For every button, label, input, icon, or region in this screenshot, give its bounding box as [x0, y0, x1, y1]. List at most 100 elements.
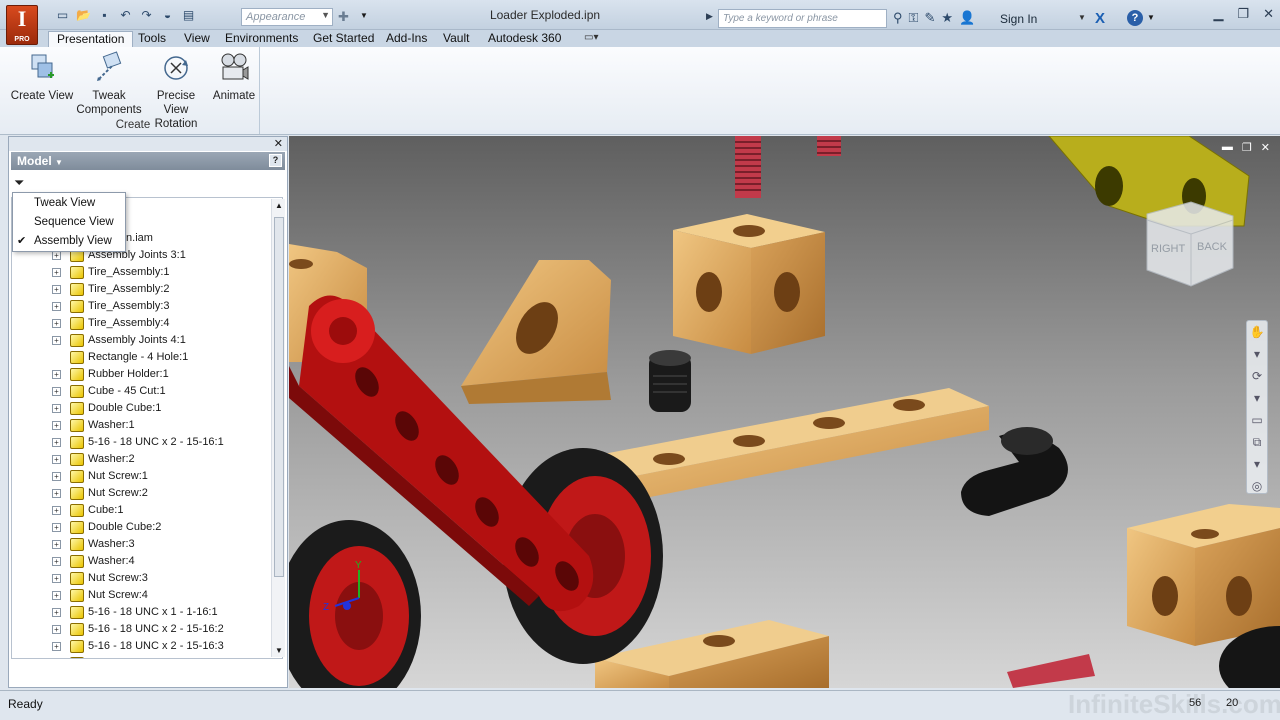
tree-item[interactable]: +5-16 - 18 UNC x 2 - 15-16:2	[12, 621, 270, 638]
expand-icon[interactable]: +	[52, 455, 61, 464]
search-expand-icon[interactable]: ▶	[706, 11, 713, 22]
tree-scrollbar[interactable]: ▲ ▼	[271, 199, 285, 657]
ribbon-options-icon[interactable]: ▭▾	[584, 32, 598, 43]
expand-icon[interactable]: +	[52, 540, 61, 549]
expand-icon[interactable]: +	[52, 472, 61, 481]
subscription-icon[interactable]: ✎	[924, 10, 935, 26]
tree-item[interactable]: + Rubber Holder:1	[12, 366, 270, 383]
tree-item[interactable]: + Washer:1	[12, 417, 270, 434]
tree-item[interactable]: + Tire_Assembly:3	[12, 298, 270, 315]
filter-icon[interactable]: ⏷	[14, 175, 24, 191]
expand-icon[interactable]: +	[52, 438, 61, 447]
steering-wheel-icon[interactable]: ◎	[1247, 475, 1267, 497]
graphics-viewport[interactable]: RIGHT BACK Y Z ▬ ❐ ✕	[289, 136, 1280, 688]
tree-item[interactable]: + Tire_Assembly:2	[12, 281, 270, 298]
screw-part[interactable]	[735, 136, 761, 198]
sign-in-link[interactable]: Sign In	[1000, 12, 1037, 26]
animate-button[interactable]: Animate	[208, 51, 260, 103]
expand-icon[interactable]: +	[52, 268, 61, 277]
favorites-star-icon[interactable]: ★	[941, 10, 953, 26]
save-icon[interactable]: ▪	[96, 7, 113, 23]
expand-icon[interactable]: +	[52, 506, 61, 515]
expand-icon[interactable]: +	[52, 302, 61, 311]
chevron-down-icon[interactable]: ▼	[1078, 13, 1086, 22]
qat-dropdown-icon[interactable]: ▼	[360, 11, 368, 20]
tree-item[interactable]: + Cube - 45 Cut:1	[12, 383, 270, 400]
menu-item-sequence-view[interactable]: Sequence View	[13, 213, 125, 232]
nav-dropdown-icon[interactable]: ▾	[1247, 453, 1267, 475]
expand-icon[interactable]: +	[52, 591, 61, 600]
binoculars-icon[interactable]: ⚲	[893, 10, 903, 26]
tweak-components-button[interactable]: Tweak Components	[74, 51, 144, 117]
tab-environments[interactable]: Environments	[217, 31, 306, 47]
model-browser-dropdown[interactable]: Model ▼ ?	[11, 152, 285, 170]
open-icon[interactable]: 📂	[75, 7, 92, 23]
expand-icon[interactable]: +	[52, 574, 61, 583]
select-icon[interactable]: ◒	[159, 7, 176, 23]
expand-icon[interactable]: +	[52, 625, 61, 634]
tree-item[interactable]: + Nut Screw:2	[12, 485, 270, 502]
expand-icon[interactable]: +	[52, 642, 61, 651]
application-menu-button[interactable]: I PRO	[6, 5, 38, 45]
minimize-icon[interactable]: ▁	[1213, 6, 1223, 22]
search-input[interactable]: Type a keyword or phrase	[718, 9, 887, 28]
help-icon[interactable]: ?	[1127, 10, 1143, 26]
expand-icon[interactable]: +	[52, 421, 61, 430]
menu-item-tweak-view[interactable]: Tweak View	[13, 194, 125, 213]
cube-part[interactable]	[1127, 504, 1280, 646]
expand-icon[interactable]: +	[52, 557, 61, 566]
tree-item[interactable]: + Tire_Assembly:4	[12, 315, 270, 332]
tab-view[interactable]: View	[176, 31, 218, 47]
chevron-down-icon[interactable]: ▼	[1147, 13, 1155, 22]
plus-icon[interactable]: ✚	[338, 9, 349, 25]
expand-icon[interactable]: +	[52, 319, 61, 328]
update-icon[interactable]: ▤	[180, 7, 197, 23]
tree-item[interactable]: + Assembly Joints 4:1	[12, 332, 270, 349]
expand-icon[interactable]: +	[52, 608, 61, 617]
expand-icon[interactable]: +	[52, 370, 61, 379]
new-icon[interactable]: ▭	[54, 7, 71, 23]
expand-icon[interactable]: +	[52, 523, 61, 532]
tree-item[interactable]: +5-16 - 18 UNC x 1 - 1-16:1	[12, 604, 270, 621]
tree-item[interactable]: Rectangle - 4 Hole:1	[12, 349, 270, 366]
minimize-icon[interactable]: ▬	[1222, 141, 1233, 154]
help-icon[interactable]: ?	[269, 154, 282, 167]
restore-icon[interactable]: ❐	[1242, 141, 1252, 154]
look-at-icon[interactable]: ⧉	[1247, 431, 1267, 453]
pan-icon[interactable]: ✋	[1247, 321, 1267, 343]
close-icon[interactable]: ✕	[1263, 6, 1274, 22]
tree-item[interactable]: + Tire_Assembly:1	[12, 264, 270, 281]
expand-icon[interactable]: +	[52, 251, 61, 260]
rubber-holder-part[interactable]	[649, 350, 691, 412]
cube-part[interactable]	[673, 214, 825, 354]
tree-item[interactable]: + Nut Screw:1	[12, 468, 270, 485]
appearance-dropdown[interactable]: Appearance ▼	[241, 8, 333, 26]
tree-item[interactable]: + Washer:4	[12, 553, 270, 570]
tab-vault[interactable]: Vault	[435, 31, 477, 47]
tree-item[interactable]: + Cube:1	[12, 502, 270, 519]
redo-icon[interactable]: ↷	[138, 7, 155, 23]
tab-tools[interactable]: Tools	[130, 31, 174, 47]
view-cube[interactable]: RIGHT BACK	[1146, 201, 1234, 287]
close-icon[interactable]: ✕	[1261, 141, 1270, 154]
nav-dropdown-icon[interactable]: ▾	[1247, 387, 1267, 409]
tree-item[interactable]: + Double Cube:2	[12, 519, 270, 536]
scroll-down-icon[interactable]: ▼	[272, 646, 286, 655]
expand-icon[interactable]: +	[52, 404, 61, 413]
expand-icon[interactable]: +	[52, 285, 61, 294]
tree-item[interactable]: + Nut Screw:3	[12, 570, 270, 587]
close-icon[interactable]: ✕	[274, 137, 283, 150]
restore-icon[interactable]: ❐	[1237, 6, 1249, 22]
tab-get-started[interactable]: Get Started	[305, 31, 382, 47]
undo-icon[interactable]: ↶	[117, 7, 134, 23]
scroll-up-icon[interactable]: ▲	[272, 201, 286, 210]
tab-presentation[interactable]: Presentation	[48, 31, 134, 47]
tree-item[interactable]: + Nut Screw:4	[12, 587, 270, 604]
orbit-icon[interactable]: ⟳	[1247, 365, 1267, 387]
zoom-window-icon[interactable]: ▭	[1247, 409, 1267, 431]
tab-add-ins[interactable]: Add-Ins	[378, 31, 435, 47]
nav-dropdown-icon[interactable]: ▾	[1247, 343, 1267, 365]
create-view-button[interactable]: Create View	[10, 51, 74, 103]
tree-item[interactable]: + Washer:2	[12, 451, 270, 468]
screw-part[interactable]	[817, 136, 841, 156]
